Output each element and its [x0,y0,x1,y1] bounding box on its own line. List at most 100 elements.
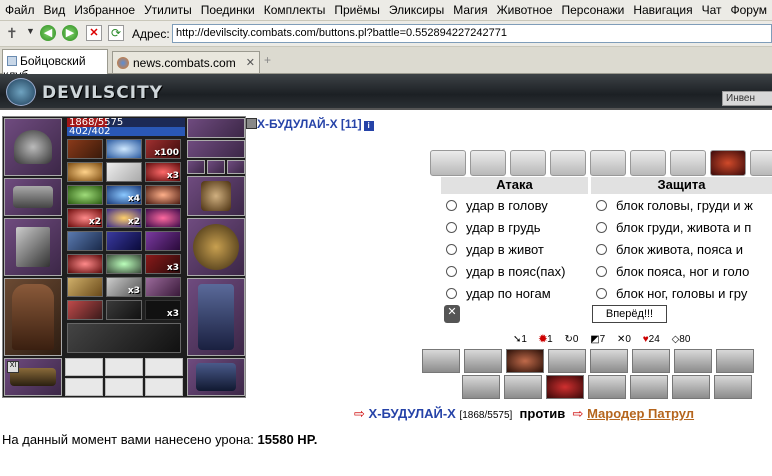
radio-button[interactable] [446,200,457,211]
empty-slot[interactable] [145,358,183,376]
skill-button[interactable] [630,375,668,399]
skill-button[interactable] [588,375,626,399]
scroll-slot[interactable] [670,150,706,176]
skill-button[interactable] [590,349,628,373]
belt-item[interactable] [106,300,142,320]
address-input[interactable]: http://devilscity.combats.com/buttons.pl… [172,24,772,43]
belt-item[interactable] [67,277,103,297]
skill-button[interactable] [716,349,754,373]
active-scroll-slot[interactable] [710,150,746,176]
skill-button[interactable] [714,375,752,399]
menu-elixirs[interactable]: Эликсиры [384,0,448,17]
player-name[interactable]: Х-БУДУЛАЙ-Х [369,406,456,421]
radio-button[interactable] [446,244,457,255]
shield-slot[interactable] [187,218,245,276]
legs-slot[interactable] [187,278,245,356]
defense-option[interactable]: блок головы, груди и ж [596,198,753,218]
attack-option[interactable]: удар в голову [446,198,548,218]
belt-item[interactable]: x100 [145,139,181,159]
inventory-button[interactable]: Инвен [722,91,772,106]
empty-slot[interactable] [105,358,143,376]
belt-item[interactable] [106,254,142,274]
new-tab-icon[interactable]: + [264,53,271,67]
skill-button[interactable] [464,349,502,373]
belt-item[interactable] [145,277,181,297]
belt-item[interactable] [67,162,103,182]
belt-item[interactable] [67,231,103,251]
scroll-slot[interactable] [630,150,666,176]
ring-slot[interactable] [207,160,225,174]
earring-slot[interactable] [187,118,245,138]
belt-slot[interactable]: XI [4,358,62,396]
belt-item[interactable] [145,208,181,228]
scroll-slot[interactable] [750,150,772,176]
gloves-slot[interactable] [187,176,245,216]
defense-option[interactable]: блок пояса, ног и голо [596,264,749,284]
belt-item[interactable]: x2 [67,208,103,228]
belt-item[interactable]: x3 [106,277,142,297]
belt-item[interactable]: x4 [106,185,142,205]
belt-item[interactable] [67,254,103,274]
helmet-slot[interactable] [4,118,62,176]
forward-button[interactable]: Вперёд!!! [592,305,667,323]
belt-item[interactable] [106,162,142,182]
menu-techniques[interactable]: Приёмы [329,0,384,17]
scroll-slot[interactable] [470,150,506,176]
menu-animal[interactable]: Животное [492,0,557,17]
back-icon[interactable]: ◀ [40,25,56,41]
bracers-slot[interactable] [4,178,62,216]
scroll-slot[interactable] [590,150,626,176]
dropdown-arrow-icon[interactable]: ▼ [26,26,35,36]
tab-news[interactable]: news.combats.com ✕ [112,51,260,73]
weapon-slot[interactable] [4,218,62,276]
belt-item[interactable]: x3 [145,254,181,274]
skill-button[interactable] [462,375,500,399]
tools-icon[interactable]: ✝ [6,25,20,41]
skill-button[interactable] [548,349,586,373]
attack-option[interactable]: удар в пояс(пах) [446,264,565,284]
armor-slot[interactable] [4,278,62,356]
ring-slot[interactable] [187,160,205,174]
menu-magic[interactable]: Магия [448,0,491,17]
radio-button[interactable] [446,266,457,277]
belt-item[interactable] [106,231,142,251]
cancel-icon[interactable]: ✕ [444,305,460,323]
skill-button[interactable] [632,349,670,373]
belt-item[interactable]: x3 [145,162,181,182]
scroll-slot[interactable] [550,150,586,176]
menu-forum[interactable]: Форум [726,0,771,17]
radio-button[interactable] [596,244,607,255]
defense-option[interactable]: блок ног, головы и гру [596,286,747,306]
empty-slot[interactable] [145,378,183,396]
empty-slot[interactable] [105,378,143,396]
forward-icon[interactable]: ▶ [62,25,78,41]
attack-option[interactable]: удар в грудь [446,220,541,240]
skill-button[interactable] [422,349,460,373]
scroll-slot[interactable] [510,150,546,176]
menu-chat[interactable]: Чат [697,0,726,17]
belt-item[interactable] [67,300,103,320]
scroll-slot[interactable] [430,150,466,176]
close-tab-icon[interactable]: ✕ [246,56,255,69]
radio-button[interactable] [596,266,607,277]
radio-button[interactable] [596,288,607,299]
menu-navigation[interactable]: Навигация [628,0,696,17]
belt-item[interactable]: x3 [145,300,181,320]
empty-slot[interactable] [65,358,103,376]
info-icon[interactable]: i [363,121,374,131]
menu-sets[interactable]: Комплекты [259,0,330,17]
belt-item[interactable] [106,139,142,159]
empty-slot[interactable] [65,378,103,396]
menu-utilities[interactable]: Утилиты [139,0,196,17]
skill-button[interactable] [504,375,542,399]
belt-item[interactable] [145,231,181,251]
menu-fights[interactable]: Поединки [196,0,259,17]
defense-option[interactable]: блок груди, живота и п [596,220,751,240]
amulet-slot[interactable] [187,140,245,158]
radio-button[interactable] [446,288,457,299]
radio-button[interactable] [596,200,607,211]
skill-button[interactable] [506,349,544,373]
tab-fight-club[interactable]: Бойцовский клуб [2,49,108,82]
stop-icon[interactable]: ✕ [86,25,102,41]
attack-option[interactable]: удар по ногам [446,286,551,306]
